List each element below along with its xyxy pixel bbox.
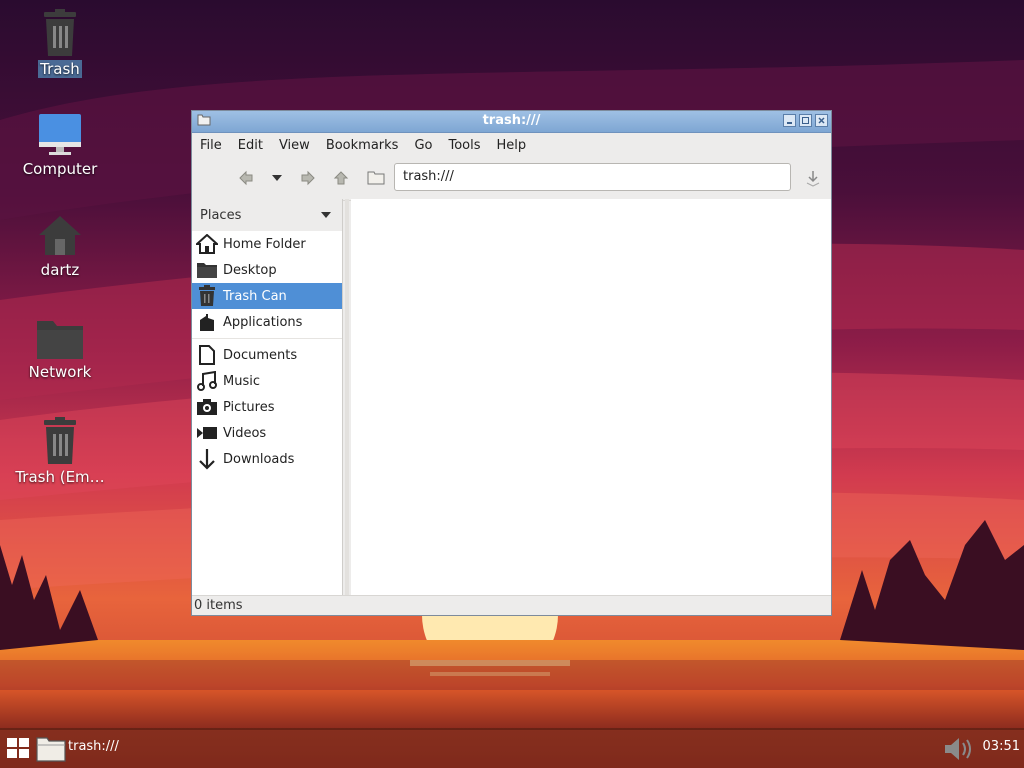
close-icon <box>818 117 825 124</box>
menu-bookmarks[interactable]: Bookmarks <box>326 138 399 153</box>
folder-icon <box>37 321 83 359</box>
file-list-pane[interactable] <box>351 199 831 595</box>
desktop-icon-label: Trash <box>38 60 82 78</box>
sidebar-item-label: Videos <box>223 425 267 441</box>
places-header-label: Places <box>200 208 242 223</box>
taskbar-window-button[interactable]: trash:/// <box>68 739 119 754</box>
sidebar-item-documents[interactable]: Documents <box>192 342 342 368</box>
folder-icon <box>197 263 217 278</box>
sidebar-item-trash-can[interactable]: Trash Can <box>192 283 342 309</box>
desktop-icon-home[interactable]: dartz <box>5 213 115 279</box>
history-dropdown-icon[interactable] <box>271 174 283 182</box>
desktop-icon-network[interactable]: Network <box>5 315 115 381</box>
monitor-icon <box>39 114 81 155</box>
clock[interactable]: 03:51 <box>983 739 1020 754</box>
download-icon <box>199 449 215 470</box>
sidebar-item-label: Music <box>223 373 260 389</box>
menu-edit[interactable]: Edit <box>238 138 263 153</box>
desktop-icon-label: Network <box>28 363 92 381</box>
sidebar-item-music[interactable]: Music <box>192 368 342 394</box>
desktop-icon-label: Trash (Em… <box>15 468 105 486</box>
sidebar-item-home-folder[interactable]: Home Folder <box>192 231 342 257</box>
sidebar-item-applications[interactable]: Applications <box>192 309 342 335</box>
menu-help[interactable]: Help <box>497 138 527 153</box>
up-arrow-icon[interactable] <box>333 170 349 186</box>
places-header[interactable]: Places <box>192 199 342 231</box>
sidebar-item-label: Documents <box>223 347 298 363</box>
document-icon <box>199 345 215 365</box>
location-input[interactable]: trash:/// <box>394 163 791 191</box>
video-icon <box>197 427 217 439</box>
camera-icon <box>197 399 217 415</box>
menu-view[interactable]: View <box>279 138 310 153</box>
pane-splitter[interactable] <box>345 199 349 595</box>
chevron-down-icon <box>321 212 331 218</box>
folder-icon[interactable] <box>367 170 385 185</box>
window-title: trash:/// <box>482 113 541 128</box>
sidebar-item-label: Home Folder <box>223 236 306 252</box>
minimize-button[interactable] <box>783 114 796 127</box>
maximize-button[interactable] <box>799 114 812 127</box>
go-down-icon[interactable] <box>803 168 823 188</box>
home-icon <box>39 216 81 255</box>
desktop-icon-trash[interactable]: Trash <box>5 8 115 78</box>
desktop-icon-label: Computer <box>22 160 98 178</box>
volume-icon[interactable] <box>943 735 977 763</box>
file-manager-window: trash:/// File Edit View Bookmarks Go To… <box>191 110 832 616</box>
window-titlebar[interactable]: trash:/// <box>192 111 831 133</box>
menu-tools[interactable]: Tools <box>448 138 480 153</box>
menu-file[interactable]: File <box>200 138 222 153</box>
home-icon <box>196 234 218 254</box>
sidebar-item-label: Pictures <box>223 399 275 415</box>
folder-icon[interactable] <box>36 734 66 762</box>
sidebar-item-label: Downloads <box>223 451 295 467</box>
trash-icon <box>44 9 76 56</box>
menu-bar: File Edit View Bookmarks Go Tools Help <box>192 133 831 158</box>
forward-arrow-icon[interactable] <box>300 170 316 186</box>
places-sidebar: Places Home Folder Desktop Trash Can App… <box>192 199 343 595</box>
applications-icon <box>200 314 214 331</box>
desktop-icon-label: dartz <box>40 261 80 279</box>
sidebar-item-label: Trash Can <box>223 288 287 304</box>
sidebar-item-label: Applications <box>223 314 303 330</box>
music-icon <box>197 371 217 391</box>
sidebar-separator <box>192 338 342 339</box>
taskbar: trash:/// 03:51 <box>0 728 1024 768</box>
trash-icon <box>199 285 215 306</box>
sidebar-item-desktop[interactable]: Desktop <box>192 257 342 283</box>
back-arrow-icon[interactable] <box>238 170 254 186</box>
desktop-icon-computer[interactable]: Computer <box>5 112 115 178</box>
sidebar-item-label: Desktop <box>223 262 277 278</box>
status-bar: 0 items <box>192 595 831 616</box>
sidebar-item-downloads[interactable]: Downloads <box>192 446 342 472</box>
close-button[interactable] <box>815 114 828 127</box>
sidebar-item-videos[interactable]: Videos <box>192 420 342 446</box>
menu-go[interactable]: Go <box>414 138 432 153</box>
sidebar-item-pictures[interactable]: Pictures <box>192 394 342 420</box>
trash-icon <box>44 417 76 464</box>
start-menu-icon[interactable] <box>6 737 30 759</box>
desktop-icon-trash-empty[interactable]: Trash (Em… <box>5 416 115 486</box>
status-text: 0 items <box>194 598 243 613</box>
